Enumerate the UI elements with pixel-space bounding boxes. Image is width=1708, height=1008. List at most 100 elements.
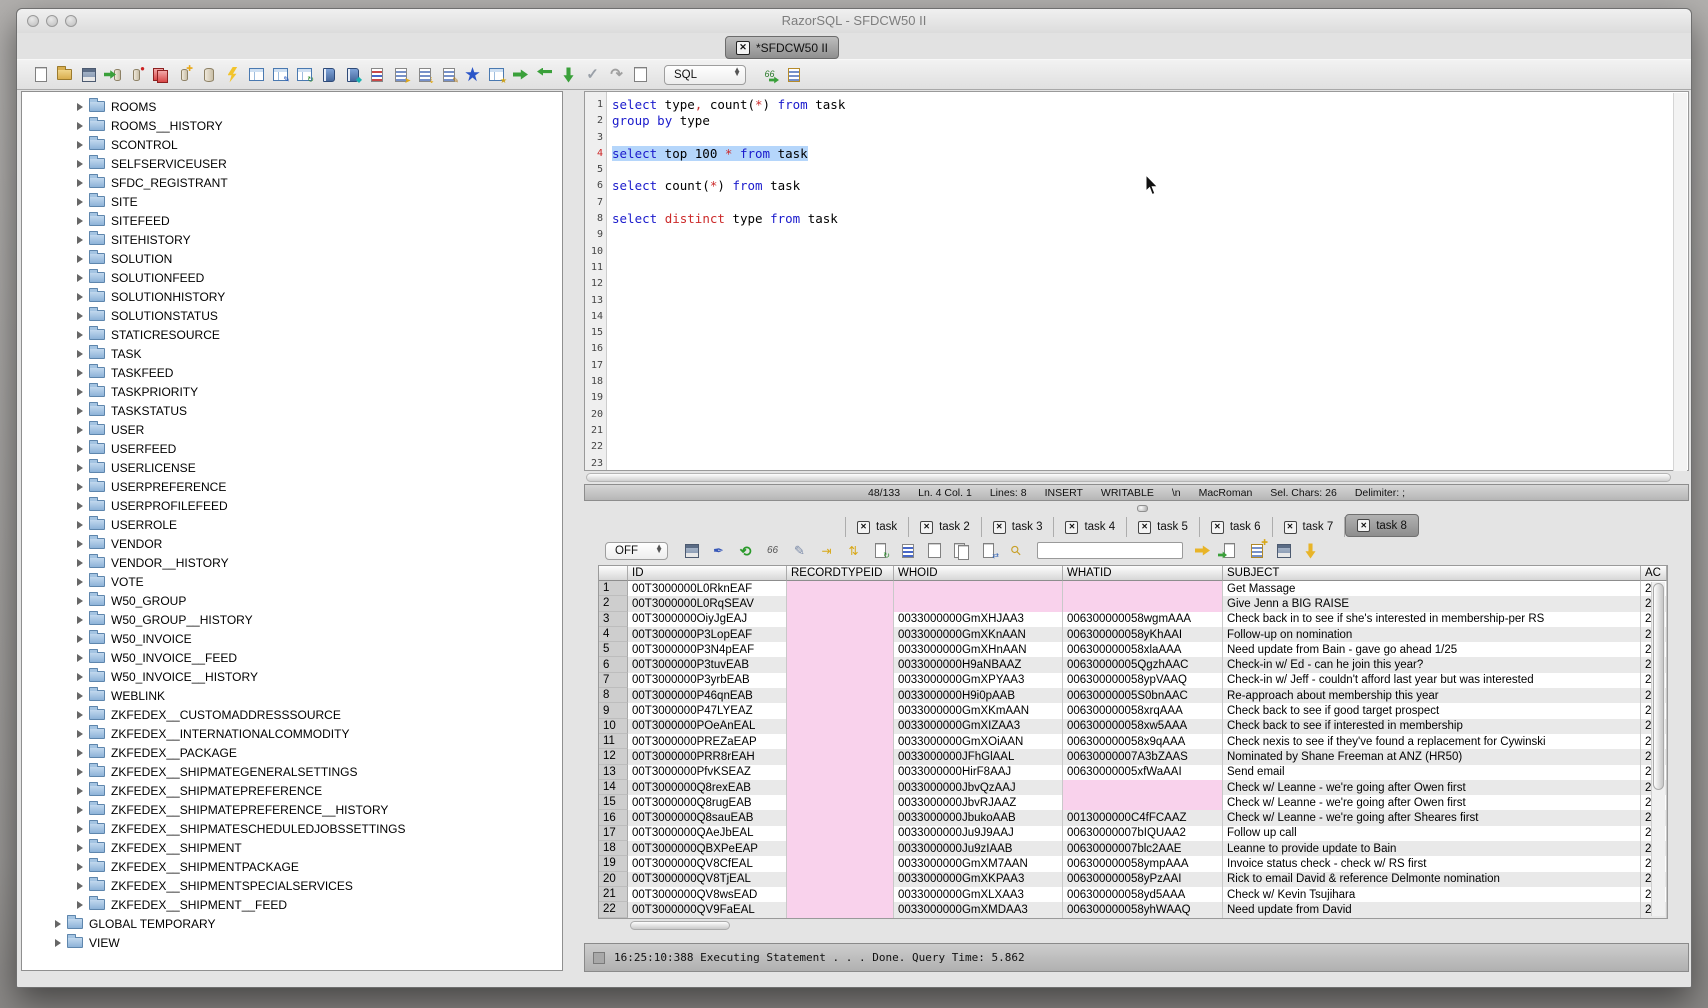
bookmarks-icon[interactable]: ◆ — [343, 65, 362, 84]
result-tab-task-7[interactable]: ✕task 7 — [1273, 517, 1346, 537]
generate-sql-icon[interactable]: ➤ — [391, 65, 410, 84]
cell-recordtypeid[interactable] — [787, 657, 894, 672]
cell-subject[interactable]: Rick to email David & reference Delmonte… — [1223, 872, 1641, 887]
row-number[interactable]: 19 — [599, 856, 628, 871]
table-row[interactable]: 600T3000000P3tuvEAB0033000000H9aNBAAZ006… — [599, 657, 1667, 672]
cell-subject[interactable]: Nominated by Shane Freeman at ANZ (HR50) — [1223, 749, 1641, 764]
cell-whoid[interactable]: 0033000000GmXKnAAN — [894, 627, 1063, 642]
tree-item-userlicense[interactable]: USERLICENSE — [22, 458, 562, 477]
cell-id[interactable]: 00T3000000P3tuvEAB — [628, 657, 787, 672]
cell-subject[interactable]: Check-in w/ Ed - can he join this year? — [1223, 657, 1641, 672]
result-tab-task-8[interactable]: ✕task 8 — [1345, 514, 1419, 537]
code-line[interactable]: select top 100 * from task — [612, 146, 1688, 162]
title-bar[interactable]: RazorSQL - SFDCW50 II — [17, 9, 1691, 34]
cell-id[interactable]: 00T3000000P3N4pEAF — [628, 642, 787, 657]
code-line[interactable] — [612, 390, 1688, 406]
disclosure-triangle-icon[interactable] — [77, 616, 83, 624]
tree-item-zkfedex-shipmatescheduledjobssettings[interactable]: ZKFEDEX__SHIPMATESCHEDULEDJOBSSETTINGS — [22, 819, 562, 838]
disclosure-triangle-icon[interactable] — [77, 350, 83, 358]
code-line[interactable] — [612, 374, 1688, 390]
cell-whoid[interactable]: 0033000000Ju9zIAAB — [894, 841, 1063, 856]
row-number[interactable]: 6 — [599, 657, 628, 672]
disclosure-triangle-icon[interactable] — [77, 901, 83, 909]
disclosure-triangle-icon[interactable] — [77, 407, 83, 415]
close-result-tab-icon[interactable]: ✕ — [857, 521, 870, 534]
code-line[interactable]: select distinct type from task — [612, 211, 1688, 227]
new-file-icon[interactable] — [31, 65, 50, 84]
row-number[interactable]: 16 — [599, 810, 628, 825]
row-number[interactable]: 9 — [599, 703, 628, 718]
cell-whatid[interactable]: 006300000058x9qAAA — [1063, 734, 1223, 749]
column-header-ac[interactable]: AC — [1641, 566, 1667, 581]
save-file-icon[interactable] — [79, 65, 98, 84]
disclosure-triangle-icon[interactable] — [77, 730, 83, 738]
cell-whoid[interactable]: 0033000000GmXKPAA3 — [894, 872, 1063, 887]
filter-results-icon[interactable]: ✒ — [709, 541, 728, 560]
disclosure-triangle-icon[interactable] — [77, 787, 83, 795]
close-tab-icon[interactable]: ✕ — [736, 41, 750, 55]
table-row[interactable]: 2100T3000000QV8wsEAD0033000000GmXLXAA300… — [599, 887, 1667, 902]
cell-whoid[interactable]: 0033000000GmXHJAA3 — [894, 612, 1063, 627]
disclosure-triangle-icon[interactable] — [77, 749, 83, 757]
tree-item-sfdc-registrant[interactable]: SFDC_REGISTRANT — [22, 173, 562, 192]
tree-item-sitefeed[interactable]: SITEFEED — [22, 211, 562, 230]
tree-item-w50-invoice-feed[interactable]: W50_INVOICE__FEED — [22, 648, 562, 667]
cell-id[interactable]: 00T3000000L0RknEAF — [628, 581, 787, 596]
cell-recordtypeid[interactable] — [787, 627, 894, 642]
table-row[interactable]: 1200T3000000PRR8rEAH0033000000JFhGlAAL00… — [599, 749, 1667, 764]
cell-recordtypeid[interactable] — [787, 826, 894, 841]
tree-item-weblink[interactable]: WEBLINK — [22, 686, 562, 705]
cell-whatid[interactable]: 006300000058ypVAAQ — [1063, 673, 1223, 688]
cell-subject[interactable]: Send email — [1223, 765, 1641, 780]
column-header-id[interactable]: ID — [628, 566, 787, 581]
cell-whoid[interactable]: 0033000000H9i0pAAB — [894, 688, 1063, 703]
cell-whatid[interactable]: 00630000005xfWaAAI — [1063, 765, 1223, 780]
table-search-icon[interactable]: ★ — [487, 65, 506, 84]
row-number[interactable]: 20 — [599, 872, 628, 887]
close-result-tab-icon[interactable]: ✕ — [1065, 521, 1078, 534]
refresh-table-icon[interactable]: ↻ — [295, 65, 314, 84]
disclosure-triangle-icon[interactable] — [77, 274, 83, 282]
cell-recordtypeid[interactable] — [787, 841, 894, 856]
row-number[interactable]: 13 — [599, 765, 628, 780]
view-generate-icon[interactable]: 66 — [760, 65, 779, 84]
close-result-tab-icon[interactable]: ✕ — [1284, 521, 1297, 534]
row-number[interactable]: 5 — [599, 642, 628, 657]
execute-sql-icon[interactable] — [511, 65, 530, 84]
execute-describe-icon[interactable] — [223, 65, 242, 84]
disclosure-triangle-icon[interactable] — [77, 160, 83, 168]
cell-id[interactable]: 00T3000000P3yrbEAB — [628, 673, 787, 688]
tree-item-view[interactable]: VIEW — [22, 933, 562, 952]
code-line[interactable] — [612, 358, 1688, 374]
disclosure-triangle-icon[interactable] — [77, 768, 83, 776]
cell-whoid[interactable]: 0033000000JbukoAAB — [894, 810, 1063, 825]
disclosure-triangle-icon[interactable] — [55, 920, 61, 928]
close-result-tab-icon[interactable]: ✕ — [1138, 521, 1151, 534]
cell-recordtypeid[interactable] — [787, 887, 894, 902]
cell-id[interactable]: 00T3000000QV8CfEAL — [628, 856, 787, 871]
cell-whatid[interactable]: 006300000058yhWAAQ — [1063, 902, 1223, 917]
code-line[interactable] — [612, 407, 1688, 423]
cell-recordtypeid[interactable] — [787, 612, 894, 627]
cell-subject[interactable]: Leanne to provide update to Bain — [1223, 841, 1641, 856]
cell-id[interactable]: 00T3000000P3LopEAF — [628, 627, 787, 642]
sort-rows-icon[interactable]: ⇅ — [844, 541, 863, 560]
tree-item-task[interactable]: TASK — [22, 344, 562, 363]
cell-subject[interactable]: Check-in w/ Jeff - couldn't afford last … — [1223, 673, 1641, 688]
disclosure-triangle-icon[interactable] — [77, 559, 83, 567]
cell-subject[interactable]: Check w/ Leanne - we're going after Shea… — [1223, 810, 1641, 825]
table-row[interactable]: 1300T3000000PfvKSEAZ0033000000HirF8AAJ00… — [599, 765, 1667, 780]
edit-insert-icon[interactable]: ✚ — [1247, 541, 1266, 560]
cell-recordtypeid[interactable] — [787, 902, 894, 917]
disclosure-triangle-icon[interactable] — [77, 312, 83, 320]
table-row[interactable]: 100T3000000L0RknEAFGet Massage200 — [599, 581, 1667, 596]
disclosure-triangle-icon[interactable] — [77, 521, 83, 529]
cell-whoid[interactable]: 0033000000JbvRJAAZ — [894, 795, 1063, 810]
disclosure-triangle-icon[interactable] — [77, 426, 83, 434]
cell-id[interactable]: 00T3000000P46qnEAB — [628, 688, 787, 703]
result-tab-task-6[interactable]: ✕task 6 — [1200, 517, 1273, 537]
tree-item-site[interactable]: SITE — [22, 192, 562, 211]
cell-id[interactable]: 00T3000000Q8sauEAB — [628, 810, 787, 825]
tree-item-global-temporary[interactable]: GLOBAL TEMPORARY — [22, 914, 562, 933]
tree-item-solution[interactable]: SOLUTION — [22, 249, 562, 268]
